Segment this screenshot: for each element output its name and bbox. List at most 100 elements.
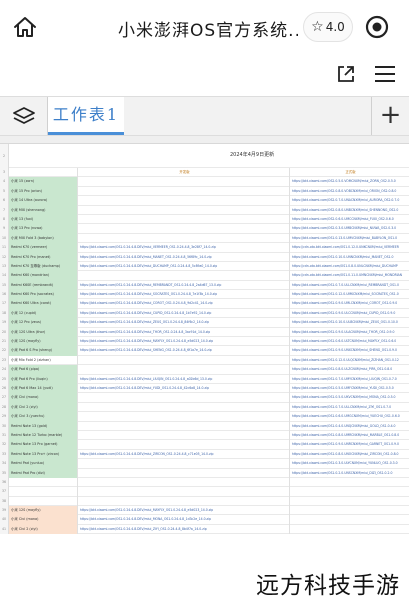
- dev-link-cell[interactable]: https://bkt.xiaomi.com/OS1.0.24.4.8.DEV/…: [78, 515, 290, 525]
- model-cell[interactable]: 小米 Pad 6 (pipa): [9, 365, 78, 375]
- stable-link-cell[interactable]: https://bkt.xiaomi.com/OS1.0.13.0.UMVCNX…: [290, 234, 409, 243]
- table-row[interactable]: 24 小米 Pad 6 (pipa) https://bkt.xiaomi.com/…: [0, 365, 409, 375]
- table-row[interactable]: 26 小米 Pad 6 Max 14 (yudi) https://bkt.xiao…: [0, 383, 409, 394]
- model-cell[interactable]: [9, 477, 78, 488]
- model-cell[interactable]: 小米 Pad 6 Pro (liuqin): [9, 374, 78, 384]
- dev-link-cell[interactable]: https://bkt.xiaomi.com/OS1.0.24.4.8.DEV/…: [78, 280, 290, 291]
- table-row[interactable]: 15 Redmi K60E (rembrandt) https://bkt.xiao…: [0, 280, 409, 291]
- dev-link-cell[interactable]: [78, 355, 290, 366]
- stable-link-cell[interactable]: https://bkt.xiaomi.com/OS1.0.8.0.ULZCNXM…: [290, 365, 409, 374]
- model-cell[interactable]: 小米 12 Pro (zeus): [9, 318, 78, 328]
- model-cell[interactable]: Redmi K70 至尊版 (duchamp): [9, 261, 78, 272]
- dev-link-cell[interactable]: [78, 271, 290, 281]
- table-row[interactable]: 29 小米 Civi 3 (yuechu) https://bkt.xiaomi.c…: [0, 412, 409, 422]
- table-row[interactable]: 40 小米 Civi (mona) https://bkt.xiaomi.com/O…: [0, 515, 409, 525]
- stable-link-cell[interactable]: https://bkt.xiaomi.com/OS1.0.12.0.UMKCNX…: [290, 290, 409, 299]
- stable-link-cell[interactable]: https://bkt.xiaomi.com/OS1.0.9.0.ULCCNXM…: [290, 309, 409, 318]
- model-cell[interactable]: [9, 496, 78, 507]
- table-row[interactable]: 35 Redmi Pad Pro (dizi) https://bkt.xiaomi…: [0, 468, 409, 478]
- dev-link-cell[interactable]: [78, 477, 290, 488]
- stable-link-cell[interactable]: https://bkt.xiaomi.com/OS2.0.8.0.UNBCNXM…: [290, 206, 409, 215]
- table-row[interactable]: 30 Redmi Note 13 (gold) https://bkt.xiaomi…: [0, 421, 409, 431]
- table-row[interactable]: 9 小米 13 Pro (nuwa) https://bkt.xiaomi.com/…: [0, 224, 409, 234]
- dev-link-cell[interactable]: [78, 402, 290, 413]
- model-cell[interactable]: Redmi Note 13 Pro (garnet): [9, 440, 78, 450]
- stable-link-cell[interactable]: https://bkt.xiaomi.com/OS1.0.8.0.UMRCNXM…: [290, 431, 409, 440]
- table-row[interactable]: 8 小米 13 (fuxi) https://bkt.xiaomi.com/OS2.…: [0, 214, 409, 225]
- stable-link-cell[interactable]: https://bkt.xiaomi.com/OS1.0.5.0.UKVCNXM…: [290, 393, 409, 402]
- table-row[interactable]: 23 小米 Mix Fold 2 (zizhan) https://bkt.xiao…: [0, 355, 409, 366]
- table-row[interactable]: 10 小米 MIX Fold 3 (babylon) https://bkt.xia…: [0, 233, 409, 244]
- dev-link-cell[interactable]: https://bkt.xiaomi.com/OS1.0.24.4.8.DEV/…: [78, 243, 290, 253]
- model-cell[interactable]: 小米 Mix Fold 2 (zizhan): [9, 355, 78, 366]
- stable-link-cell[interactable]: https://bkt.xiaomi.com/OS1.0.9.0.UNRCNXM…: [290, 440, 409, 449]
- dev-link-cell[interactable]: https://bkt.xiaomi.com/OS1.0.24.4.8.DEV/…: [78, 524, 290, 535]
- table-row[interactable]: 33 Redmi Note 13 Pro+ (zircon) https://bkt…: [0, 449, 409, 460]
- tab-sheet1[interactable]: 工作表1: [48, 97, 124, 135]
- model-cell[interactable]: 小米 Pad 6 Max 14 (yudi): [9, 383, 78, 394]
- model-cell[interactable]: Redmi K70 (vermeer): [9, 243, 78, 253]
- stable-link-cell[interactable]: https://bkt.xiaomi.com/OS1.0.3.0.ULYCNXM…: [290, 459, 409, 468]
- stable-link-cell[interactable]: https://bkt.xiaomi.com/OS1.0.9.0.ULACNXM…: [290, 328, 409, 337]
- dev-link-cell[interactable]: [78, 496, 290, 507]
- dev-link-cell[interactable]: https://bkt.xiaomi.com/OS1.0.24.4.8.DEV/…: [78, 261, 290, 272]
- dev-link-cell[interactable]: [78, 196, 290, 206]
- dev-link-cell[interactable]: https://bkt.xiaomi.com/OS1.0.24.4.8.DEV/…: [78, 290, 290, 300]
- stable-link-cell[interactable]: https://bkt.xiaomi.com/OS1.0.6.0.UMGCNXM…: [290, 412, 409, 421]
- home-icon[interactable]: [12, 14, 38, 40]
- dev-link-cell[interactable]: https://bkt.xiaomi.com/OS1.0.24.4.8.DEV/…: [78, 308, 290, 319]
- dev-link-cell[interactable]: https://bkt.xiaomi.com/OS1.0.24.4.8.DEV/…: [78, 374, 290, 384]
- stable-link-cell[interactable]: https://bkt.xiaomi.com/OS2.0.5.0.VOMCNXM…: [290, 177, 409, 186]
- dev-link-cell[interactable]: [78, 205, 290, 215]
- model-cell[interactable]: Redmi K60 Pro (socrates): [9, 290, 78, 300]
- table-row[interactable]: 25 小米 Pad 6 Pro (liuqin) https://bkt.xiaom…: [0, 374, 409, 384]
- dev-link-cell[interactable]: [78, 421, 290, 431]
- stable-link-cell[interactable]: https://bkt.xiaomi.com/OS1.0.2.0.UNSCNXM…: [290, 469, 409, 478]
- model-cell[interactable]: 小米 15 (zorn): [9, 177, 78, 187]
- table-row[interactable]: 6 小米 14 Ultra (aurora) https://bkt.xiaomi.…: [0, 196, 409, 206]
- dev-link-cell[interactable]: [78, 365, 290, 375]
- model-cell[interactable]: 小米 Civi (mona): [9, 393, 78, 403]
- stable-link-cell[interactable]: https://bkt.xiaomi.com/OS1.0.4.0.UNQCNXM…: [290, 422, 409, 431]
- dev-link-cell[interactable]: [78, 186, 290, 197]
- model-cell[interactable]: 小米 MIX (shennong): [9, 205, 78, 215]
- stable-link-cell[interactable]: https://bkt.xiaomi.com/OS1.0.12.0.ULQCNX…: [290, 356, 409, 365]
- model-cell[interactable]: Redmi Note 13 (gold): [9, 421, 78, 431]
- model-cell[interactable]: Redmi K70 Pro (manet): [9, 252, 78, 262]
- model-cell[interactable]: 小米 12S Ultra (thor): [9, 327, 78, 338]
- model-cell[interactable]: 小米 13 Pro (nuwa): [9, 224, 78, 234]
- stable-link-cell[interactable]: [290, 515, 409, 524]
- record-icon[interactable]: [364, 14, 390, 40]
- dev-link-cell[interactable]: https://bkt.xiaomi.com/OS1.0.24.4.8.DEV/…: [78, 252, 290, 262]
- table-row[interactable]: 4 小米 15 (zorn) https://bkt.xiaomi.com/OS2.…: [0, 177, 409, 187]
- table-row[interactable]: 32 Redmi Note 13 Pro (garnet) https://bkt.…: [0, 440, 409, 450]
- dev-link-cell[interactable]: [78, 440, 290, 450]
- stable-link-cell[interactable]: [290, 525, 409, 534]
- model-cell[interactable]: 小米 MIX Fold 3 (babylon): [9, 233, 78, 244]
- stable-link-cell[interactable]: [290, 497, 409, 506]
- table-row[interactable]: 34 Redmi Pad (yunluo) https://bkt.xiaomi.c…: [0, 459, 409, 469]
- dev-link-cell[interactable]: [78, 177, 290, 187]
- table-row[interactable]: 21 小米 12S (mayfly) https://bkt.xiaomi.com/…: [0, 337, 409, 347]
- table-row[interactable]: 14 Redmi K60 (mondrian) https://cdn-ota.bk…: [0, 271, 409, 281]
- model-cell[interactable]: Redmi Note 12 Turbo (marble): [9, 430, 78, 441]
- stable-link-cell[interactable]: https://bkt.xiaomi.com/OS1.0.7.0.ULLCNXM…: [290, 403, 409, 412]
- table-row[interactable]: 31 Redmi Note 12 Turbo (marble) https://bk…: [0, 430, 409, 441]
- spreadsheet-grid[interactable]: 2 2024年4月9日更新 3 开发版 正式版 4 小米 15 (zorn) htt…: [0, 136, 409, 600]
- stable-link-cell[interactable]: https://bkt.xiaomi.com/OS1.0.7.0.ULLCNXM…: [290, 281, 409, 290]
- model-cell[interactable]: 小米 Civi 2 (ziyi): [9, 524, 78, 535]
- model-cell[interactable]: 小米 Civi 2 (ziyi): [9, 402, 78, 413]
- stable-link-cell[interactable]: https://bkt.xiaomi.com/OS1.0.10.0.UNNCNX…: [290, 253, 409, 262]
- dev-link-cell[interactable]: [78, 412, 290, 422]
- dev-link-cell[interactable]: https://bkt.xiaomi.com/OS1.0.24.4.8.DEV/…: [78, 318, 290, 328]
- model-cell[interactable]: 小米 Pad 6 S Pro (sheng): [9, 346, 78, 356]
- table-row[interactable]: 37: [0, 487, 409, 497]
- table-row[interactable]: 18 小米 12 (cupid) https://bkt.xiaomi.com/OS…: [0, 308, 409, 319]
- dev-link-cell[interactable]: https://bkt.xiaomi.com/OS1.0.24.4.8.DEV/…: [78, 337, 290, 347]
- table-row[interactable]: 17 Redmi K60 Ultra (corot) https://bkt.xia…: [0, 299, 409, 309]
- stable-link-cell[interactable]: [290, 478, 409, 487]
- table-row[interactable]: 16 Redmi K60 Pro (socrates) https://bkt.xi…: [0, 290, 409, 300]
- model-cell[interactable]: 小米 12S (mayfly): [9, 337, 78, 347]
- stable-link-cell[interactable]: https://bkt.xiaomi.com/OS1.0.7.0.UMYCNXM…: [290, 375, 409, 384]
- dev-link-cell[interactable]: [78, 459, 290, 469]
